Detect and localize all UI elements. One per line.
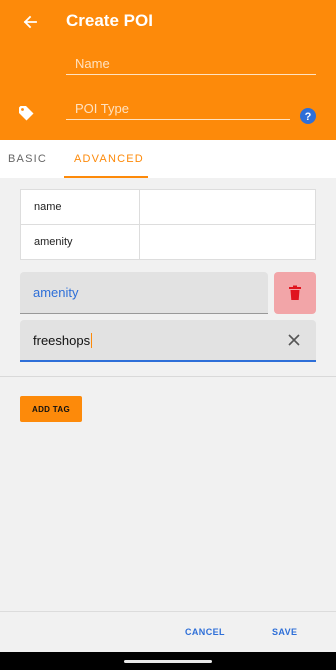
tag-table: name amenity [20,189,316,260]
tag-key-text: amenity [33,285,79,300]
back-button[interactable] [16,8,44,36]
tag-icon [19,106,34,121]
tag-key-cell: name [34,201,62,213]
tab-indicator [64,176,148,178]
trash-icon [289,285,301,300]
name-input[interactable] [66,52,316,74]
help-icon[interactable]: ? [300,108,316,124]
table-row[interactable]: amenity [21,225,315,259]
dialog-actions: CANCEL SAVE [0,611,336,652]
cancel-button[interactable]: CANCEL [185,612,225,652]
delete-tag-button[interactable] [274,272,316,314]
svg-text:?: ? [305,111,312,123]
tab-bar: BASIC ADVANCED [0,140,336,178]
page-title: Create POI [66,11,153,30]
save-button[interactable]: SAVE [272,612,297,652]
clear-icon[interactable] [286,332,302,348]
tab-advanced[interactable]: ADVANCED [74,140,144,178]
poi-type-input[interactable] [66,97,290,119]
table-row[interactable]: name [21,190,315,225]
tag-key-input[interactable]: amenity [20,272,268,314]
divider [0,376,336,377]
tag-value-text: freeshops [33,332,91,348]
column-divider [139,225,140,259]
poi-type-field[interactable] [66,97,290,120]
tab-basic[interactable]: BASIC [8,140,47,178]
name-field[interactable] [66,52,316,75]
back-arrow-icon [23,15,37,29]
column-divider [139,190,140,224]
tag-key-cell: amenity [34,236,73,248]
text-cursor [91,332,93,348]
tag-value-input[interactable]: freeshops [20,320,316,362]
add-tag-button[interactable]: ADD TAG [20,396,82,422]
system-nav-bar [0,652,336,670]
home-gesture-handle[interactable] [124,660,212,663]
app-bar: Create POI ? [0,0,336,140]
